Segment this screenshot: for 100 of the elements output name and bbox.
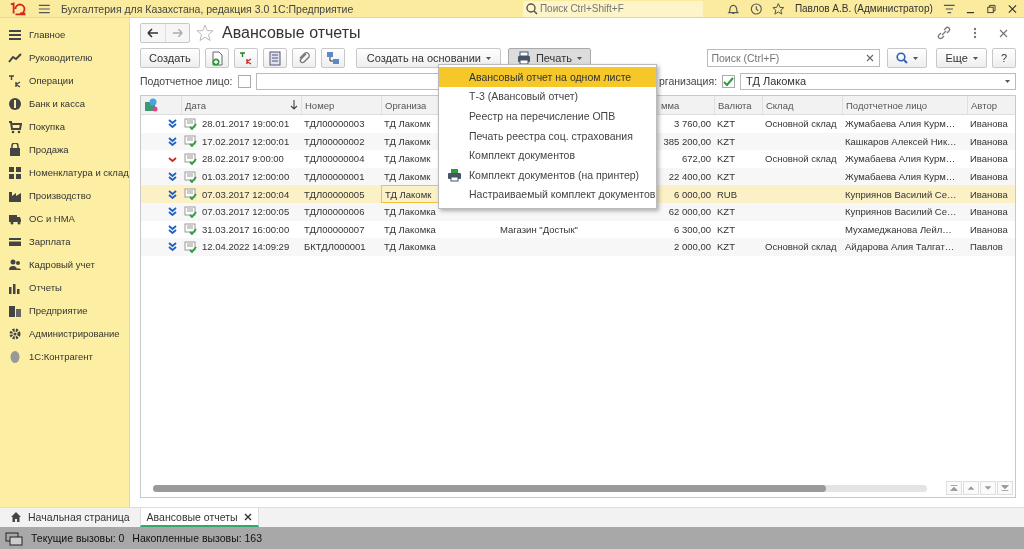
table-cell: БКТДЛ000001 xyxy=(304,241,366,253)
tab[interactable]: Авансовые отчеты xyxy=(139,508,259,527)
dropdown-button[interactable]: Создать на основании xyxy=(355,48,501,68)
table-cell: 385 200,00 xyxy=(663,135,711,147)
table-cell: 28.01.2017 19:00:01 xyxy=(202,118,290,130)
table-cell: KZT xyxy=(717,171,735,183)
star-icon[interactable] xyxy=(196,24,214,42)
list-icon xyxy=(267,50,282,66)
form-title: Авансовые отчеты xyxy=(222,24,361,42)
sidebar-item[interactable]: Зарплата xyxy=(0,230,129,253)
sidebar-item[interactable]: Кадровый учет xyxy=(0,253,129,276)
document-icon xyxy=(184,170,197,183)
building-icon xyxy=(8,303,22,318)
windows-icon[interactable] xyxy=(5,530,23,546)
table-cell: 6 300,00 xyxy=(674,223,711,235)
star-icon[interactable] xyxy=(772,1,785,16)
search-field[interactable]: Поиск (Ctrl+F) xyxy=(707,49,881,67)
link-icon[interactable] xyxy=(937,26,951,40)
table-cell: Жумабаева Алия Курм… xyxy=(845,118,956,130)
last-icon[interactable] xyxy=(997,481,1013,495)
more-button[interactable]: Еще xyxy=(936,48,987,68)
menu-item[interactable]: Комплект документов (на принтер) xyxy=(439,164,656,185)
table-cell: RUB xyxy=(717,188,738,200)
menu-item[interactable]: Авансовый отчет на одном листе xyxy=(439,67,656,87)
sidebar-item[interactable]: 1С:Контрагент xyxy=(0,345,129,368)
table-row[interactable]: 12.04.2022 14:09:29 БКТДЛ000001 ТД Лакомка 2 000,00 KZT Основной склад Айдарова Алия Талгат… Павлов xyxy=(141,238,1015,256)
document-icon xyxy=(184,188,197,201)
document-icon xyxy=(184,240,197,253)
add-document-button[interactable] xyxy=(204,48,229,68)
column-header[interactable]: Валюта xyxy=(714,96,762,114)
sidebar-item[interactable]: Покупка xyxy=(0,115,129,138)
table-cell: ТДЛ00000004 xyxy=(304,153,365,165)
home-icon xyxy=(10,510,22,523)
table-cell: KZT xyxy=(717,241,735,253)
table-cell: 01.03.2017 12:00:00 xyxy=(202,171,290,183)
debit-credit-button[interactable] xyxy=(233,48,258,68)
document-icon xyxy=(184,223,197,236)
table-cell: Магазин "Достык" xyxy=(500,223,578,235)
more-icon[interactable] xyxy=(973,27,977,39)
table-cell: 6 000,00 xyxy=(674,188,711,200)
search-button[interactable] xyxy=(887,48,928,68)
caret-icon xyxy=(485,56,491,60)
document-icon xyxy=(184,205,197,218)
sidebar-item[interactable]: Продажа xyxy=(0,138,129,161)
dropdown-arrow-icon[interactable] xyxy=(1005,79,1010,83)
trend-icon xyxy=(8,50,22,65)
table-cell: ТДЛ00000005 xyxy=(304,188,365,200)
table-cell: Кашкаров Алексей Ник… xyxy=(845,135,957,147)
sidebar-item[interactable]: Банк и касса xyxy=(0,92,129,115)
close-icon[interactable] xyxy=(243,512,252,521)
create-button[interactable]: Создать xyxy=(140,48,200,68)
sidebar-item[interactable]: Производство xyxy=(0,184,129,207)
filter-checkbox[interactable] xyxy=(237,74,251,88)
list-button[interactable] xyxy=(262,48,287,68)
down-icon[interactable] xyxy=(980,481,996,495)
coin-icon xyxy=(8,96,22,111)
column-header[interactable]: Автор xyxy=(967,96,1012,114)
sidebar-item[interactable]: Руководителю xyxy=(0,46,129,69)
sidebar-item[interactable]: Предприятие xyxy=(0,299,129,322)
table-cell: ТДЛ00000007 xyxy=(304,223,365,235)
menu-item[interactable]: Печать реестра соц. страхования xyxy=(439,125,656,146)
first-icon[interactable] xyxy=(946,481,962,495)
organization-field[interactable]: ТД Лакомка xyxy=(740,72,1016,90)
checkmark-icon xyxy=(723,76,735,86)
column-header[interactable]: Дата xyxy=(181,96,301,114)
clear-icon[interactable] xyxy=(866,54,875,62)
up-icon[interactable] xyxy=(963,481,979,495)
restore-icon[interactable] xyxy=(986,2,998,15)
sidebar-item[interactable]: Администрирование xyxy=(0,322,129,345)
menu-item[interactable]: Комплект документов xyxy=(439,145,656,165)
column-header[interactable]: Номер xyxy=(301,96,381,114)
table-cell: ТДЛ00000002 xyxy=(304,135,365,147)
history-icon[interactable] xyxy=(749,1,763,16)
sidebar-item[interactable]: Номенклатура и склад xyxy=(0,161,129,184)
paperclip-button[interactable] xyxy=(291,48,316,68)
debit-credit-icon xyxy=(238,50,253,66)
table-cell: ТД Лакомк xyxy=(385,188,432,200)
sidebar-item[interactable]: Отчеты xyxy=(0,276,129,299)
filter-checkbox[interactable] xyxy=(722,74,736,88)
column-header[interactable]: Подотчетное лицо xyxy=(842,96,967,114)
user-name[interactable]: Павлов А.В. (Администратор) xyxy=(794,3,933,14)
tab[interactable]: Начальная страница xyxy=(4,508,136,527)
table-cell: Основной склад xyxy=(765,241,837,253)
document-icon xyxy=(184,153,197,165)
structure-button[interactable] xyxy=(320,48,345,68)
caret-icon xyxy=(972,56,978,60)
sidebar-item[interactable]: Операции xyxy=(0,69,129,92)
gear-icon xyxy=(8,326,22,341)
close-icon[interactable] xyxy=(1007,2,1018,15)
table-cell: Иванова xyxy=(970,188,1008,200)
sidebar-item[interactable]: Главное xyxy=(0,23,129,46)
search-field[interactable]: Поиск Ctrl+Shift+F xyxy=(522,0,703,17)
table-cell: Павлов xyxy=(970,241,1003,253)
column-header[interactable]: Склад xyxy=(762,96,842,114)
horizontal-scrollbar[interactable] xyxy=(153,484,927,492)
menu-item[interactable]: Настраиваемый комплект документов xyxy=(439,184,656,205)
table-cell: ТДЛ00000003 xyxy=(304,118,365,130)
person-field[interactable] xyxy=(255,72,440,90)
sidebar-item[interactable]: ОС и НМА xyxy=(0,207,129,230)
help-button[interactable]: ? xyxy=(991,48,1016,68)
